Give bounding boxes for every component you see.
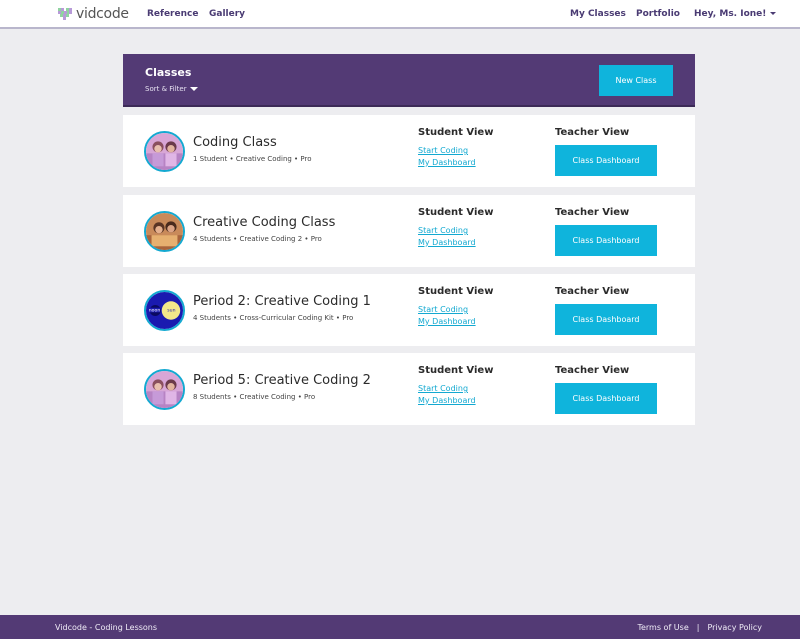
teacher-view-label: Teacher View (555, 365, 630, 376)
class-meta: 8 Students • Creative Coding • Pro (193, 393, 316, 401)
my-dashboard-link[interactable]: My Dashboard (418, 238, 476, 247)
student-view-label: Student View (418, 286, 494, 297)
start-coding-link[interactable]: Start Coding (418, 305, 468, 314)
class-avatar (144, 369, 185, 410)
teacher-view-label: Teacher View (555, 127, 630, 138)
class-dashboard-button[interactable]: Class Dashboard (555, 383, 657, 414)
footer-separator: | (696, 623, 700, 632)
chevron-down-icon (770, 12, 777, 15)
top-navbar: vidcode Reference Gallery My Classes Por… (0, 0, 800, 29)
class-name[interactable]: Period 5: Creative Coding 2 (193, 373, 371, 388)
my-dashboard-link[interactable]: My Dashboard (418, 396, 476, 405)
user-menu[interactable]: Hey, Ms. Ione! (694, 9, 777, 19)
footer-brand: Vidcode - Coding Lessons (55, 623, 158, 632)
student-view-label: Student View (418, 365, 494, 376)
class-avatar (144, 131, 185, 172)
new-class-button[interactable]: New Class (599, 65, 673, 96)
start-coding-link[interactable]: Start Coding (418, 226, 468, 235)
moon-sun-icon: noon sun (146, 292, 183, 329)
class-card: Creative Coding Class 4 Students • Creat… (123, 195, 695, 267)
class-dashboard-button[interactable]: Class Dashboard (555, 145, 657, 176)
class-meta: 4 Students • Cross-Curricular Coding Kit… (193, 314, 354, 322)
class-dashboard-button[interactable]: Class Dashboard (555, 225, 657, 256)
class-dashboard-button[interactable]: Class Dashboard (555, 304, 657, 335)
start-coding-link[interactable]: Start Coding (418, 146, 468, 155)
classes-title: Classes (145, 66, 192, 79)
teacher-view-label: Teacher View (555, 207, 630, 218)
logo-text: vidcode (76, 6, 129, 22)
my-dashboard-link[interactable]: My Dashboard (418, 158, 476, 167)
class-card: noon sun Period 2: Creative Coding 1 4 S… (123, 274, 695, 346)
students-photo-icon (146, 213, 183, 250)
class-name[interactable]: Period 2: Creative Coding 1 (193, 294, 371, 309)
nav-reference-link[interactable]: Reference (147, 9, 198, 19)
svg-text:noon: noon (149, 308, 161, 313)
student-view-label: Student View (418, 207, 494, 218)
class-meta: 1 Student • Creative Coding • Pro (193, 155, 312, 163)
class-meta: 4 Students • Creative Coding 2 • Pro (193, 235, 322, 243)
vidcode-logo[interactable]: vidcode (57, 5, 129, 23)
user-menu-label: Hey, Ms. Ione! (694, 9, 767, 19)
class-avatar (144, 211, 185, 252)
privacy-policy-link[interactable]: Privacy Policy (707, 623, 762, 632)
sort-filter-dropdown[interactable]: Sort & Filter (145, 85, 198, 93)
footer: Vidcode - Coding Lessons Terms of Use | … (0, 615, 800, 639)
svg-text:sun: sun (167, 308, 175, 313)
my-dashboard-link[interactable]: My Dashboard (418, 317, 476, 326)
start-coding-link[interactable]: Start Coding (418, 384, 468, 393)
students-photo-icon (146, 133, 183, 170)
class-card: Coding Class 1 Student • Creative Coding… (123, 115, 695, 187)
terms-of-use-link[interactable]: Terms of Use (637, 623, 688, 632)
student-view-label: Student View (418, 127, 494, 138)
class-card: Period 5: Creative Coding 2 8 Students •… (123, 353, 695, 425)
class-avatar: noon sun (144, 290, 185, 331)
heart-icon (58, 8, 72, 20)
teacher-view-label: Teacher View (555, 286, 630, 297)
footer-links: Terms of Use | Privacy Policy (637, 623, 762, 632)
nav-my-classes-link[interactable]: My Classes (570, 9, 626, 19)
class-name[interactable]: Coding Class (193, 135, 277, 150)
nav-gallery-link[interactable]: Gallery (209, 9, 245, 19)
students-photo-icon (146, 371, 183, 408)
class-name[interactable]: Creative Coding Class (193, 215, 335, 230)
classes-header: Classes Sort & Filter New Class (123, 54, 695, 107)
nav-portfolio-link[interactable]: Portfolio (636, 9, 680, 19)
caret-down-icon (189, 87, 198, 91)
sort-filter-label: Sort & Filter (145, 85, 187, 93)
